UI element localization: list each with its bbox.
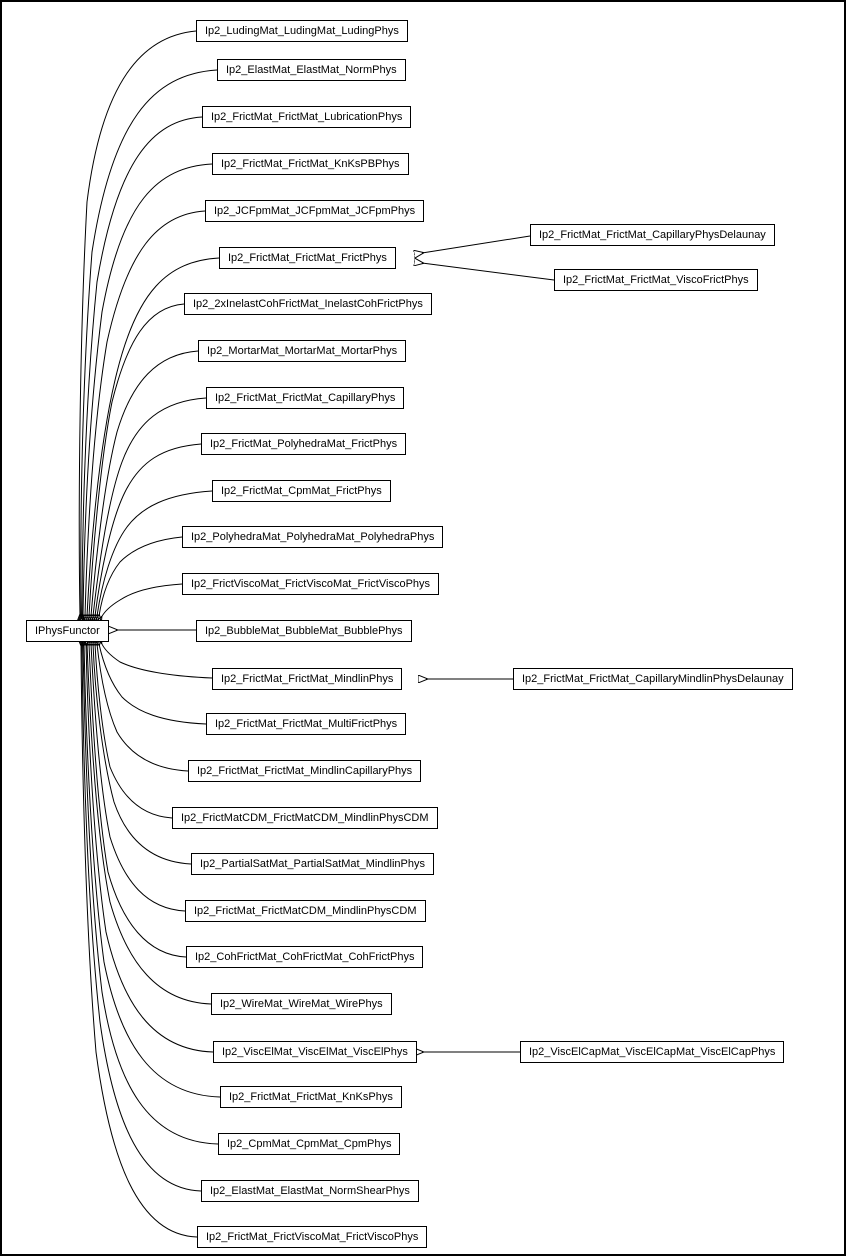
node-child[interactable]: Ip2_FrictMat_FrictMatCDM_MindlinPhysCDM <box>185 900 426 922</box>
node-child[interactable]: Ip2_CohFrictMat_CohFrictMat_CohFrictPhys <box>186 946 423 968</box>
node-label: Ip2_FrictMat_FrictMat_ViscoFrictPhys <box>563 274 749 286</box>
node-label: Ip2_FrictMat_FrictMat_FrictPhys <box>228 252 387 264</box>
node-child[interactable]: Ip2_FrictMat_FrictMat_FrictPhys <box>219 247 396 269</box>
node-grandchild[interactable]: Ip2_FrictMat_FrictMat_CapillaryMindlinPh… <box>513 668 793 690</box>
node-label: Ip2_FrictMat_FrictMat_KnKsPhys <box>229 1091 393 1103</box>
node-grandchild[interactable]: Ip2_ViscElCapMat_ViscElCapMat_ViscElCapP… <box>520 1041 784 1063</box>
node-label: Ip2_FrictMat_FrictMat_KnKsPBPhys <box>221 158 400 170</box>
node-label: Ip2_LudingMat_LudingMat_LudingPhys <box>205 25 399 37</box>
node-label: Ip2_FrictMat_FrictViscoMat_FrictViscoPhy… <box>206 1231 418 1243</box>
node-label: Ip2_FrictMat_FrictMat_LubricationPhys <box>211 111 402 123</box>
node-label: Ip2_FrictViscoMat_FrictViscoMat_FrictVis… <box>191 578 430 590</box>
node-label: Ip2_FrictMat_FrictMatCDM_MindlinPhysCDM <box>194 905 417 917</box>
node-child[interactable]: Ip2_MortarMat_MortarMat_MortarPhys <box>198 340 406 362</box>
node-label: Ip2_2xInelastCohFrictMat_InelastCohFrict… <box>193 298 423 310</box>
node-child[interactable]: Ip2_BubbleMat_BubbleMat_BubblePhys <box>196 620 412 642</box>
node-label: Ip2_FrictMat_PolyhedraMat_FrictPhys <box>210 438 397 450</box>
node-label: Ip2_CpmMat_CpmMat_CpmPhys <box>227 1138 391 1150</box>
node-label: Ip2_PartialSatMat_PartialSatMat_MindlinP… <box>200 858 425 870</box>
node-grandchild[interactable]: Ip2_FrictMat_FrictMat_ViscoFrictPhys <box>554 269 758 291</box>
node-child[interactable]: Ip2_2xInelastCohFrictMat_InelastCohFrict… <box>184 293 432 315</box>
node-label: Ip2_ViscElCapMat_ViscElCapMat_ViscElCapP… <box>529 1046 775 1058</box>
node-label: Ip2_CohFrictMat_CohFrictMat_CohFrictPhys <box>195 951 414 963</box>
node-child[interactable]: Ip2_FrictMat_FrictViscoMat_FrictViscoPhy… <box>197 1226 427 1248</box>
node-label: Ip2_WireMat_WireMat_WirePhys <box>220 998 383 1010</box>
node-child[interactable]: Ip2_FrictMat_FrictMat_LubricationPhys <box>202 106 411 128</box>
node-child[interactable]: Ip2_FrictMatCDM_FrictMatCDM_MindlinPhysC… <box>172 807 438 829</box>
node-label: Ip2_FrictMat_FrictMat_MindlinPhys <box>221 673 393 685</box>
node-child[interactable]: Ip2_FrictMat_FrictMat_CapillaryPhys <box>206 387 404 409</box>
node-child[interactable]: Ip2_FrictMat_FrictMat_MindlinPhys <box>212 668 402 690</box>
node-child[interactable]: Ip2_PartialSatMat_PartialSatMat_MindlinP… <box>191 853 434 875</box>
node-child[interactable]: Ip2_WireMat_WireMat_WirePhys <box>211 993 392 1015</box>
node-child[interactable]: Ip2_FrictMat_FrictMat_MindlinCapillaryPh… <box>188 760 421 782</box>
node-label: Ip2_FrictMat_FrictMat_CapillaryPhys <box>215 392 395 404</box>
node-root[interactable]: IPhysFunctor <box>26 620 109 642</box>
node-child[interactable]: Ip2_ElastMat_ElastMat_NormPhys <box>217 59 406 81</box>
node-child[interactable]: Ip2_FrictMat_FrictMat_KnKsPhys <box>220 1086 402 1108</box>
node-label: Ip2_JCFpmMat_JCFpmMat_JCFpmPhys <box>214 205 415 217</box>
node-label: Ip2_BubbleMat_BubbleMat_BubblePhys <box>205 625 403 637</box>
node-label: Ip2_FrictMatCDM_FrictMatCDM_MindlinPhysC… <box>181 812 429 824</box>
node-label: Ip2_FrictMat_FrictMat_CapillaryPhysDelau… <box>539 229 766 241</box>
diagram-canvas: IPhysFunctor Ip2_LudingMat_LudingMat_Lud… <box>0 0 846 1256</box>
node-child[interactable]: Ip2_CpmMat_CpmMat_CpmPhys <box>218 1133 400 1155</box>
node-child[interactable]: Ip2_LudingMat_LudingMat_LudingPhys <box>196 20 408 42</box>
node-child[interactable]: Ip2_FrictMat_FrictMat_MultiFrictPhys <box>206 713 406 735</box>
node-label: Ip2_PolyhedraMat_PolyhedraMat_PolyhedraP… <box>191 531 434 543</box>
node-label: Ip2_MortarMat_MortarMat_MortarPhys <box>207 345 397 357</box>
node-label: IPhysFunctor <box>35 625 100 637</box>
node-grandchild[interactable]: Ip2_FrictMat_FrictMat_CapillaryPhysDelau… <box>530 224 775 246</box>
node-label: Ip2_FrictMat_CpmMat_FrictPhys <box>221 485 382 497</box>
node-child[interactable]: Ip2_FrictMat_PolyhedraMat_FrictPhys <box>201 433 406 455</box>
node-label: Ip2_ElastMat_ElastMat_NormShearPhys <box>210 1185 410 1197</box>
node-label: Ip2_ViscElMat_ViscElMat_ViscElPhys <box>222 1046 408 1058</box>
node-child[interactable]: Ip2_FrictViscoMat_FrictViscoMat_FrictVis… <box>182 573 439 595</box>
node-label: Ip2_FrictMat_FrictMat_MindlinCapillaryPh… <box>197 765 412 777</box>
node-child[interactable]: Ip2_FrictMat_CpmMat_FrictPhys <box>212 480 391 502</box>
node-child[interactable]: Ip2_ViscElMat_ViscElMat_ViscElPhys <box>213 1041 417 1063</box>
node-label: Ip2_ElastMat_ElastMat_NormPhys <box>226 64 397 76</box>
node-child[interactable]: Ip2_JCFpmMat_JCFpmMat_JCFpmPhys <box>205 200 424 222</box>
node-label: Ip2_FrictMat_FrictMat_CapillaryMindlinPh… <box>522 673 784 685</box>
edges-layer <box>2 2 846 1258</box>
node-child[interactable]: Ip2_ElastMat_ElastMat_NormShearPhys <box>201 1180 419 1202</box>
node-label: Ip2_FrictMat_FrictMat_MultiFrictPhys <box>215 718 397 730</box>
node-child[interactable]: Ip2_FrictMat_FrictMat_KnKsPBPhys <box>212 153 409 175</box>
node-child[interactable]: Ip2_PolyhedraMat_PolyhedraMat_PolyhedraP… <box>182 526 443 548</box>
